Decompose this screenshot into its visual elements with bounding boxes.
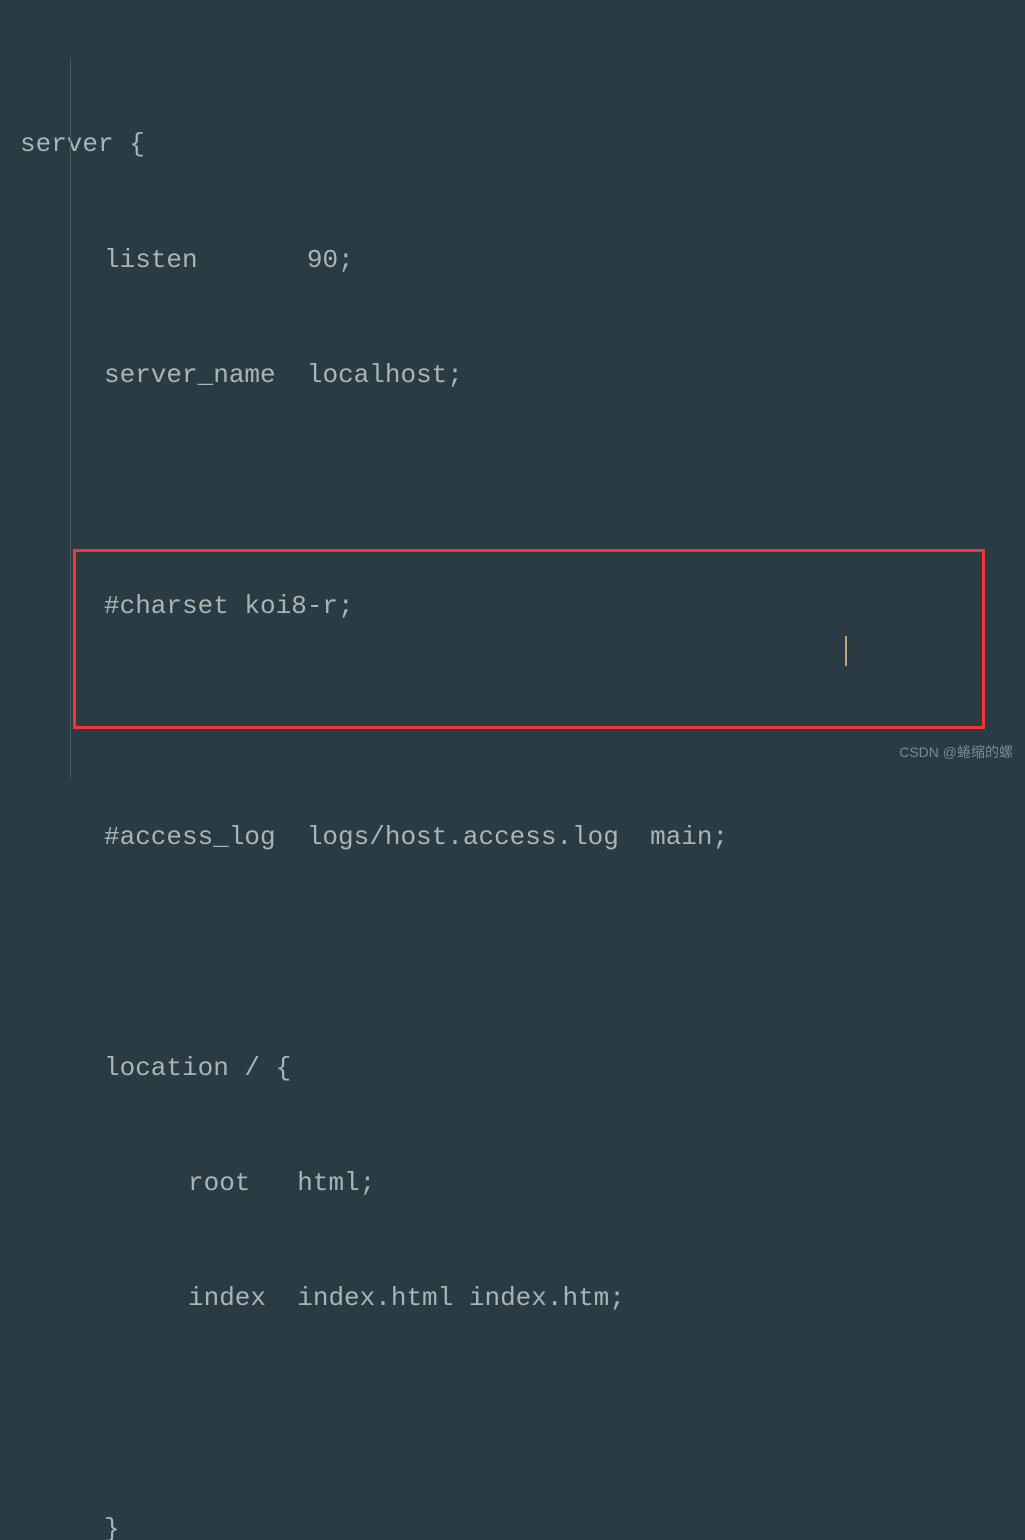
code-text: #access_log logs/host.access.log main; xyxy=(104,822,728,852)
code-text: html; xyxy=(297,1168,375,1198)
code-line-empty xyxy=(20,472,1025,510)
code-line: #access_log logs/host.access.log main; xyxy=(20,818,1025,856)
code-line-empty xyxy=(20,933,1025,971)
code-line: server_name localhost; xyxy=(20,356,1025,394)
code-line-empty xyxy=(20,1395,1025,1433)
code-block: server { listen 90; server_name localhos… xyxy=(20,10,1025,1540)
code-line: listen 90; xyxy=(20,241,1025,279)
code-text: 90; xyxy=(307,245,354,275)
indent-guide xyxy=(70,58,71,778)
code-line: #charset koi8-r; xyxy=(20,587,1025,625)
code-text: location / { xyxy=(104,1053,291,1083)
code-text: server_name xyxy=(104,360,276,390)
code-line: location / { xyxy=(20,1049,1025,1087)
code-text: server { xyxy=(20,129,145,159)
code-text: #charset koi8-r; xyxy=(104,591,354,621)
code-text: index.html index.htm; xyxy=(297,1283,625,1313)
code-line: index index.html index.htm; xyxy=(20,1279,1025,1317)
code-text: index xyxy=(188,1283,266,1313)
watermark-text: CSDN @蜷缩的螺 xyxy=(899,742,1013,762)
code-text: root xyxy=(188,1168,250,1198)
text-cursor xyxy=(845,636,847,666)
code-line: root html; xyxy=(20,1164,1025,1202)
code-text: listen xyxy=(104,245,198,275)
code-line-empty xyxy=(20,702,1025,740)
code-text: localhost; xyxy=(307,360,463,390)
code-text: } xyxy=(104,1514,120,1540)
code-line: } xyxy=(20,1510,1025,1540)
code-line: server { xyxy=(20,125,1025,163)
